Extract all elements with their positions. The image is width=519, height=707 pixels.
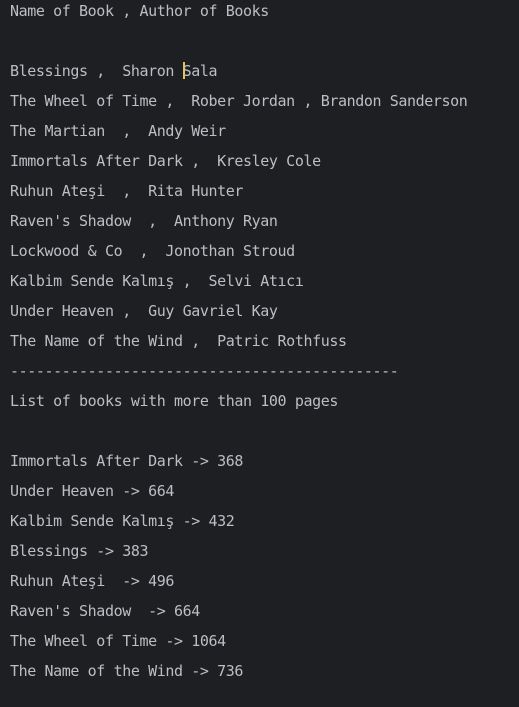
filtered-book-line: Raven's Shadow -> 664 [10,602,200,620]
filtered-book-line: Ruhun Ateşi -> 496 [10,572,174,590]
console-output[interactable]: Name of Book , Author of Books Blessings… [10,0,515,690]
book-line: The Name of the Wind , Patric Rothfuss [10,332,347,350]
filtered-book-line: Blessings -> 383 [10,542,149,560]
book-line: Under Heaven , Guy Gavriel Kay [10,302,278,320]
book-line: Blessings , Sharon Sala [10,60,515,90]
book-line: Lockwood & Co , Jonothan Stroud [10,242,295,260]
book-line: Ruhun Ateşi , Rita Hunter [10,182,244,200]
book-line: Kalbim Sende Kalmış , Selvi Atıcı [10,272,304,290]
filtered-book-line: Immortals After Dark -> 368 [10,452,244,470]
filtered-book-line: Under Heaven -> 664 [10,482,174,500]
filtered-book-line: The Wheel of Time -> 1064 [10,632,226,650]
book-line: Immortals After Dark , Kresley Cole [10,152,321,170]
book-line-before-caret: Blessings , Sharon [10,62,183,80]
separator-line: ----------------------------------------… [10,362,399,380]
filtered-book-line: Kalbim Sende Kalmış -> 432 [10,512,235,530]
book-line-after-caret: Sala [182,62,218,80]
book-line: The Martian , Andy Weir [10,122,226,140]
filter-title: List of books with more than 100 pages [10,392,338,410]
filtered-book-line: The Name of the Wind -> 736 [10,662,244,680]
book-line: The Wheel of Time , Rober Jordan , Brand… [10,92,468,110]
header-line: Name of Book , Author of Books [10,2,269,20]
book-line: Raven's Shadow , Anthony Ryan [10,212,278,230]
